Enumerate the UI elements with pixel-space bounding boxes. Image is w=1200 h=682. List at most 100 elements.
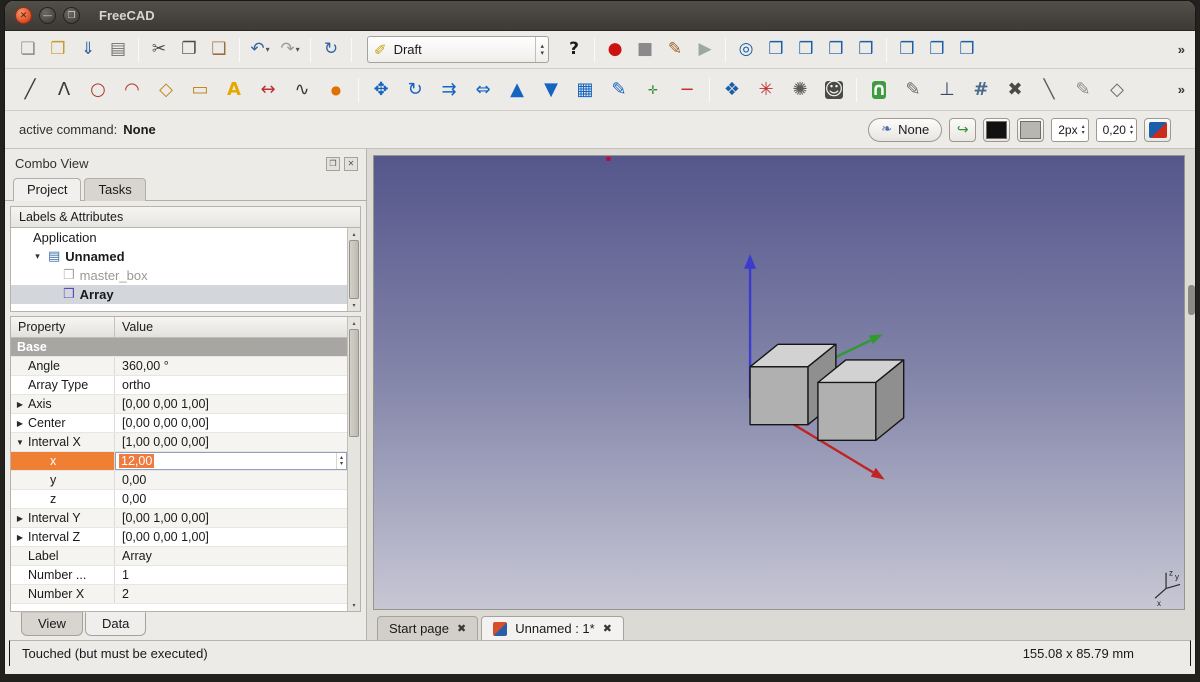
tree-scrollbar[interactable]: ▴ ▾ [347, 228, 360, 311]
expander-icon[interactable]: ▼ [14, 438, 26, 447]
snap-special-button[interactable]: ◇ [1101, 75, 1133, 105]
tab-tasks[interactable]: Tasks [84, 178, 145, 201]
rear-view-button[interactable]: ❒ [893, 36, 921, 63]
cut-button[interactable]: ✂ [145, 36, 173, 63]
tree-item-application[interactable]: Application [11, 228, 347, 247]
snap-endpoint-button[interactable]: ✎ [897, 75, 929, 105]
model-tree[interactable]: Application▾▤Unnamed❒master_box❒Array ▴ … [10, 228, 361, 312]
draft-dimension-button[interactable]: ↔ [252, 75, 284, 105]
copy-button[interactable]: ❐ [175, 36, 203, 63]
macro-stop-button[interactable]: ■ [631, 36, 659, 63]
draft-rectangle-button[interactable]: ▭ [184, 75, 216, 105]
property-row-y[interactable]: y0,00 [11, 471, 347, 490]
undo-dropdown-caret[interactable]: ▾ [266, 45, 270, 54]
expander-icon[interactable]: ▶ [14, 514, 26, 523]
value-editor-spin-arrows[interactable]: ▴▾ [336, 453, 346, 469]
property-row-label[interactable]: LabelArray [11, 547, 347, 566]
draft-select-plane-button[interactable]: ☺ [818, 75, 850, 105]
tab-project[interactable]: Project [13, 178, 81, 201]
tree-scrollbar-handle[interactable] [349, 240, 359, 299]
save-file-button[interactable]: ⇓ [74, 36, 102, 63]
snap-parallel-button[interactable]: ╲ [1033, 75, 1065, 105]
property-row-number-x[interactable]: Number X2 [11, 585, 347, 604]
redo-dropdown-caret[interactable]: ▾ [296, 45, 300, 54]
snap-intersection-button[interactable]: ✖ [999, 75, 1031, 105]
workbench-selector-arrows[interactable]: ▴▾ [535, 37, 548, 62]
draft-upgrade-button[interactable]: ▲ [501, 75, 533, 105]
property-scrollbar[interactable]: ▴ ▾ [347, 317, 360, 611]
paste-button[interactable]: ❑ [205, 36, 233, 63]
left-view-button[interactable]: ❒ [953, 36, 981, 63]
draft-toolbar-overflow-button[interactable]: » [1178, 82, 1187, 97]
fit-all-button[interactable]: ◎ [732, 36, 760, 63]
property-row-center[interactable]: ▶Center[0,00 0,00 0,00] [11, 414, 347, 433]
property-row-array-type[interactable]: Array Typeortho [11, 376, 347, 395]
property-row-z[interactable]: z0,00 [11, 490, 347, 509]
autogroup-button[interactable]: ❧ None [868, 118, 942, 142]
draft-add-point-button[interactable]: ✛ [637, 75, 669, 105]
titlebar[interactable]: ✕ — ❒ FreeCAD [5, 1, 1195, 31]
snap-grid-button[interactable]: # [965, 75, 997, 105]
maximize-button[interactable]: ❒ [63, 7, 80, 24]
minimize-button[interactable]: — [39, 7, 56, 24]
property-row-number[interactable]: Number ...1 [11, 566, 347, 585]
snap-perpendicular-button[interactable]: ⊥ [931, 75, 963, 105]
expander-icon[interactable]: ▶ [14, 400, 26, 409]
bottom-view-button[interactable]: ❒ [923, 36, 951, 63]
right-view-button[interactable]: ❒ [852, 36, 880, 63]
open-file-button[interactable]: ❒ [44, 36, 72, 63]
close-tab-icon[interactable]: ✖ [603, 622, 612, 635]
draft-array-button[interactable]: ✺ [784, 75, 816, 105]
tab-data[interactable]: Data [85, 612, 146, 636]
workbench-selector[interactable]: ✐ Draft ▴▾ [367, 36, 549, 63]
property-row-x[interactable]: x12,00▴▾ [11, 452, 347, 471]
draft-offset-button[interactable]: ⇉ [433, 75, 465, 105]
text-scale-spinbox[interactable]: 0,20 ▴▾ [1096, 118, 1137, 142]
line-width-spinbox[interactable]: 2px ▴▾ [1051, 118, 1088, 142]
print-button[interactable]: ▤ [104, 36, 132, 63]
value-editor-text[interactable]: 12,00 [119, 454, 154, 468]
undo-button[interactable]: ↶▾ [246, 36, 274, 63]
macro-record-button[interactable]: ● [601, 36, 629, 63]
property-value-cell[interactable]: 12,00 ▴▾ [115, 452, 347, 470]
draft-trimex-button[interactable]: ⇔ [467, 75, 499, 105]
tree-item-master-box[interactable]: ❒master_box [11, 266, 347, 285]
top-view-button[interactable]: ❒ [822, 36, 850, 63]
front-view-button[interactable]: ❒ [792, 36, 820, 63]
draft-del-point-button[interactable]: − [671, 75, 703, 105]
draft-downgrade-button[interactable]: ▼ [535, 75, 567, 105]
toolbar-overflow-button[interactable]: » [1178, 42, 1187, 57]
property-row-interval-x[interactable]: ▼Interval X[1,00 0,00 0,00] [11, 433, 347, 452]
scroll-up-icon[interactable]: ▴ [348, 317, 360, 329]
scroll-down-icon[interactable]: ▾ [348, 599, 360, 611]
property-scrollbar-handle[interactable] [349, 329, 359, 437]
draft-line-button[interactable]: ╱ [14, 75, 46, 105]
scroll-down-icon[interactable]: ▾ [348, 299, 360, 311]
draft-rotate-button[interactable]: ↻ [399, 75, 431, 105]
3d-viewport[interactable]: z y x [373, 155, 1185, 610]
draft-arc-button[interactable]: ◠ [116, 75, 148, 105]
draft-text-button[interactable]: A [218, 75, 250, 105]
whats-this-button[interactable]: ? [560, 36, 588, 63]
text-scale-arrows[interactable]: ▴▾ [1130, 124, 1133, 136]
draft-scale-button[interactable]: ▦ [569, 75, 601, 105]
draft-bspline-button[interactable]: ∿ [286, 75, 318, 105]
redo-button[interactable]: ↷▾ [276, 36, 304, 63]
draft-point-button[interactable]: ● [320, 75, 352, 105]
expander-icon[interactable]: ▶ [14, 419, 26, 428]
axonometric-view-button[interactable]: ❒ [762, 36, 790, 63]
draft-shape2dview-button[interactable]: ❖ [716, 75, 748, 105]
draft-edit-button[interactable]: ✎ [603, 75, 635, 105]
float-panel-button[interactable]: ❐ [326, 157, 340, 171]
snap-lock-button[interactable]: ∩ [863, 75, 895, 105]
line-color-button[interactable] [983, 118, 1010, 142]
continue-mode-button[interactable]: ↪ [949, 118, 976, 142]
macro-edit-button[interactable]: ✎ [661, 36, 689, 63]
tree-item-array[interactable]: ❒Array [11, 285, 347, 304]
close-button[interactable]: ✕ [15, 7, 32, 24]
draft-circle-button[interactable]: ○ [82, 75, 114, 105]
property-row-interval-y[interactable]: ▶Interval Y[0,00 1,00 0,00] [11, 509, 347, 528]
document-tab-unnamed-1[interactable]: Unnamed : 1*✖ [481, 616, 624, 640]
tree-item-unnamed[interactable]: ▾▤Unnamed [11, 247, 347, 266]
scroll-up-icon[interactable]: ▴ [348, 228, 360, 240]
